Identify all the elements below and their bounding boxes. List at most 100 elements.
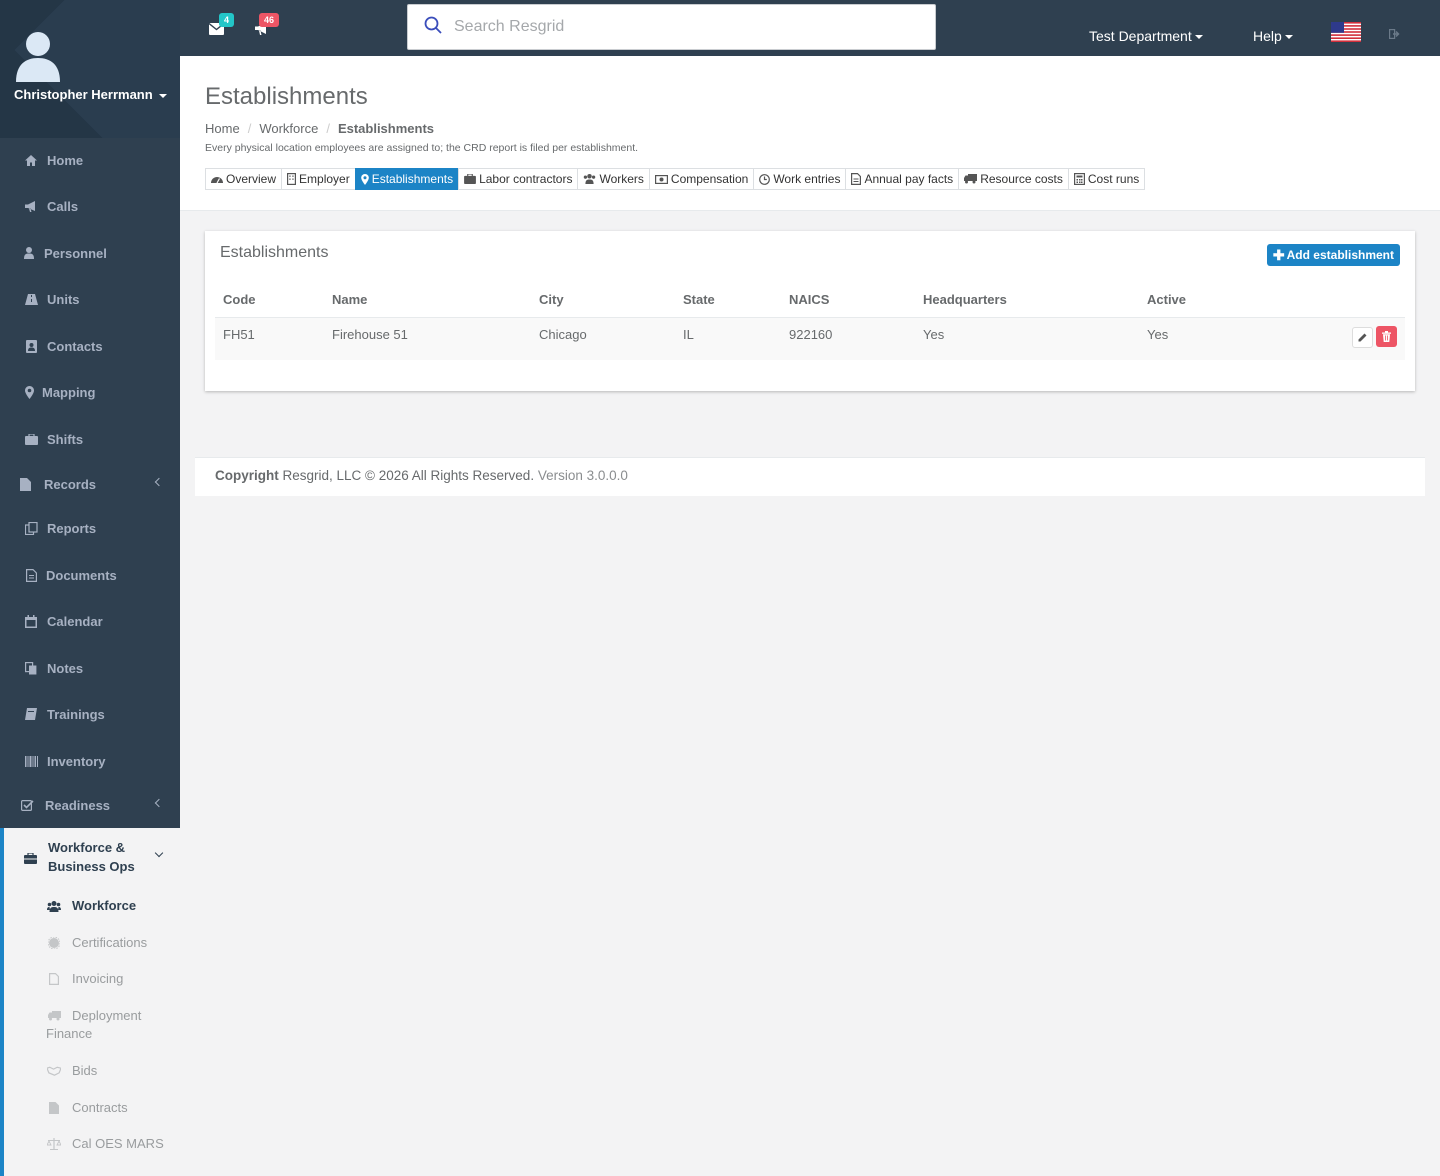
sign-out-button[interactable] [1389,27,1401,42]
tab-compensation[interactable]: Compensation [648,168,755,190]
edit-button[interactable] [1352,326,1373,348]
briefcase-icon [464,174,476,184]
chevron-left-icon [154,798,164,808]
top-navbar: 4 46 Test Department Help [180,0,1440,56]
nav-inventory[interactable]: Inventory [0,743,180,779]
workforce-tabs: Overview Employer Establishments Labor c… [205,168,1146,190]
column-headquarters: Headquarters [915,283,1139,318]
nav-mapping[interactable]: Mapping [0,374,180,410]
nav-notes[interactable]: Notes [0,650,180,686]
table-header-row: Code Name City State NAICS Headquarters … [215,283,1405,318]
subnav-label: Contracts [72,1100,128,1115]
nav-readiness[interactable]: Readiness [0,787,180,823]
help-dropdown[interactable]: Help [1253,28,1293,44]
nav-personnel[interactable]: Personnel [0,235,180,271]
file-text-icon [47,972,61,986]
nav-reports[interactable]: Reports [0,510,180,546]
column-state: State [675,283,781,318]
profile-area: Christopher Herrmann [0,0,180,138]
cell-naics: 922160 [781,317,915,360]
chevron-down-icon [154,848,164,858]
nav-records[interactable]: Records [0,466,180,502]
establishments-table: Code Name City State NAICS Headquarters … [215,283,1405,360]
address-book-icon [24,339,38,353]
messages-button[interactable]: 4 [208,13,235,38]
delete-button[interactable] [1376,325,1397,347]
messages-count-badge: 4 [219,13,235,27]
tab-overview[interactable]: Overview [205,168,283,190]
nav-home[interactable]: Home [0,142,180,178]
column-active: Active [1139,283,1299,318]
dashboard-icon [211,174,223,184]
search-input[interactable] [454,17,914,37]
page-title: Establishments [205,83,368,110]
nav-units[interactable]: Units [0,281,180,317]
calculator-icon [1073,173,1085,185]
user-icon [22,246,36,260]
map-marker-icon [360,173,369,185]
tab-establishments[interactable]: Establishments [354,168,460,190]
copy-icon [24,661,38,675]
tab-resource-costs[interactable]: Resource costs [958,168,1069,190]
cell-city: Chicago [531,317,675,360]
nav-calendar[interactable]: Calendar [0,603,180,639]
cell-name: Firehouse 51 [324,317,531,360]
nav-label: Records [44,476,97,492]
road-icon [24,292,38,306]
nav-contacts[interactable]: Contacts [0,328,180,364]
footer-copyright-text: Resgrid, LLC © 2026 All Rights Reserved. [278,468,538,483]
department-dropdown[interactable]: Test Department [1089,28,1203,44]
nav-shifts[interactable]: Shifts [0,421,180,457]
home-icon [24,153,38,167]
subnav-label: Invoicing [72,971,124,986]
nav-trainings[interactable]: Trainings [0,696,180,732]
search-icon [424,16,442,34]
barcode-icon [24,754,38,768]
cell-actions [1299,317,1405,360]
tab-work-entries[interactable]: Work entries [753,168,847,190]
nav-label: Readiness [45,797,111,813]
subnav-label: Finance [46,1026,93,1041]
sign-out-icon [1389,29,1400,40]
caret-down-icon [158,93,167,98]
tab-cost-runs[interactable]: Cost runs [1067,168,1146,190]
tab-employer[interactable]: Employer [281,168,356,190]
cell-state: IL [675,317,781,360]
search-box[interactable] [407,4,936,50]
pencil-icon [1358,333,1367,341]
tab-label: Workers [599,172,644,186]
briefcase-icon [24,432,38,446]
book-icon [24,707,38,721]
certificate-icon [47,936,61,950]
tab-workers[interactable]: Workers [577,168,650,190]
plus-icon: ✚ [1272,246,1285,263]
nav-label: Contacts [47,338,103,354]
nav-label: Documents [46,567,117,583]
tab-label: Overview [226,172,277,186]
footer-version: Version 3.0.0.0 [537,468,628,483]
tab-annual-pay-facts[interactable]: Annual pay facts [845,168,960,190]
nav-calls[interactable]: Calls [0,188,180,224]
breadcrumb-home[interactable]: Home [205,121,240,136]
caret-down-icon [1194,35,1203,40]
file-icon [18,477,32,491]
column-actions [1299,283,1405,318]
alerts-button[interactable]: 46 [255,13,280,38]
tab-label: Work entries [773,172,841,186]
avatar-icon[interactable] [16,30,60,82]
breadcrumb-workforce[interactable]: Workforce [259,121,318,136]
nav-workforce-business-ops[interactable]: Workforce & Business Ops [4,838,180,882]
breadcrumb: Home / Workforce / Establishments [205,121,435,136]
tab-label: Annual pay facts [864,172,954,186]
truck-icon [47,1009,61,1023]
nav-documents[interactable]: Documents [0,557,180,593]
add-establishment-button[interactable]: ✚ Add establishment [1266,244,1400,266]
tab-labor-contractors[interactable]: Labor contractors [458,168,579,190]
user-menu[interactable]: Christopher Herrmann [14,87,167,102]
nav-label: Personnel [44,245,107,261]
us-flag-icon[interactable] [1331,22,1361,45]
footer: Copyright Resgrid, LLC © 2026 All Rights… [195,457,1425,496]
page-subtitle: Every physical location employees are as… [205,142,639,154]
nav-label: Calls [47,198,79,214]
user-name: Christopher Herrmann [14,87,153,102]
